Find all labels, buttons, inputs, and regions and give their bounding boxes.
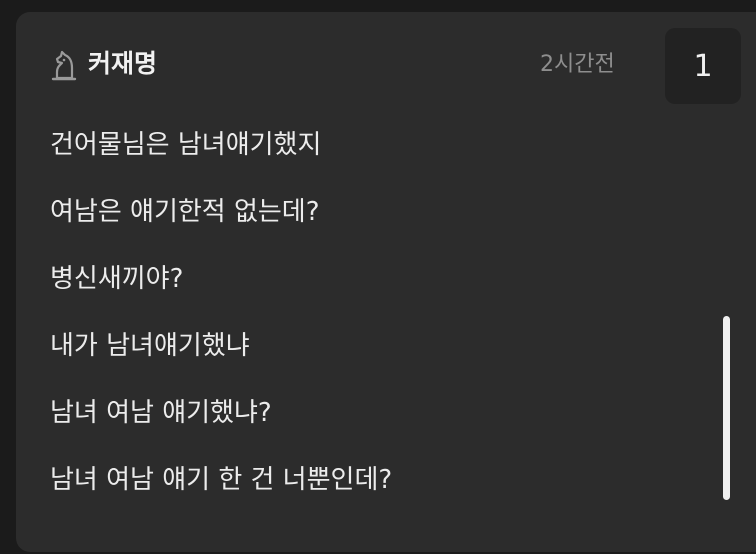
comment-timestamp: 2시간전	[540, 52, 615, 77]
comment-author[interactable]: 커재명	[88, 46, 157, 82]
comment-count-badge[interactable]: 1	[665, 28, 741, 104]
comment-line: 남녀 여남 얘기했냐?	[50, 398, 272, 428]
scrollbar-thumb[interactable]	[723, 316, 730, 500]
comment-line: 여남은 얘기한적 없는데?	[50, 197, 320, 227]
comment-body: 건어물님은 남녀얘기했지 여남은 얘기한적 없는데? 병신새끼야? 내가 남녀얘…	[50, 122, 710, 524]
comment-line: 건어물님은 남녀얘기했지	[50, 130, 322, 160]
comment-header: 커재명 2시간전 1	[16, 12, 756, 120]
comment-line: 내가 남녀얘기했냐	[50, 331, 250, 361]
comment-line: 병신새끼야?	[50, 264, 184, 294]
chess-knight-icon	[48, 50, 78, 82]
comment-line: 남녀 여남 얘기 한 건 너뿐인데?	[50, 465, 393, 495]
comment-card: 커재명 2시간전 1 건어물님은 남녀얘기했지 여남은 얘기한적 없는데? 병신…	[16, 12, 756, 552]
